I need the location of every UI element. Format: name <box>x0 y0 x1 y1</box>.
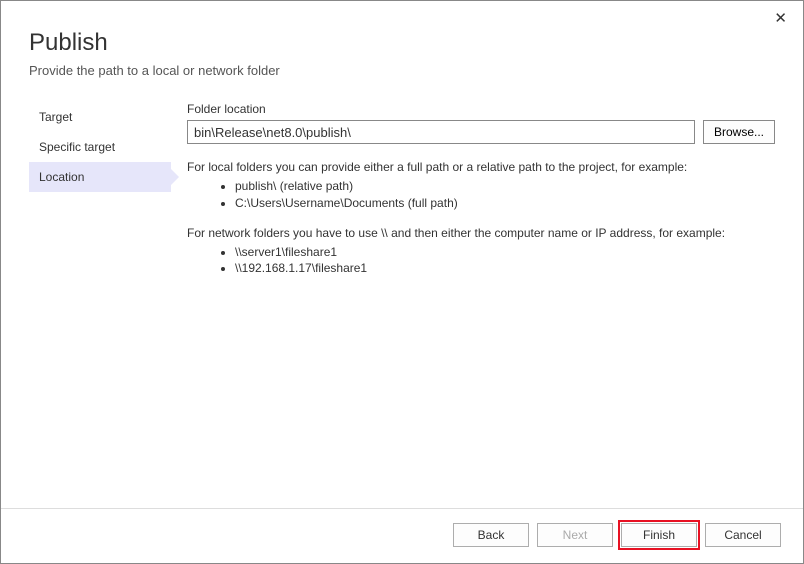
page-title: Publish <box>29 29 775 57</box>
finish-button[interactable]: Finish <box>621 523 697 547</box>
help-text-block: For local folders you can provide either… <box>187 158 775 277</box>
sidebar-item-target[interactable]: Target <box>29 102 171 132</box>
folder-location-label: Folder location <box>187 102 775 116</box>
button-bar: Back Next Finish Cancel <box>453 523 781 547</box>
browse-button[interactable]: Browse... <box>703 120 775 144</box>
sidebar-item-specific-target[interactable]: Specific target <box>29 132 171 162</box>
sidebar-item-label: Target <box>39 110 72 124</box>
cancel-button[interactable]: Cancel <box>705 523 781 547</box>
page-subtitle: Provide the path to a local or network f… <box>29 63 775 78</box>
sidebar-item-label: Location <box>39 170 84 184</box>
sidebar-item-label: Specific target <box>39 140 115 154</box>
help-local-item: C:\Users\Username\Documents (full path) <box>235 195 775 212</box>
close-button[interactable]: ✕ <box>768 7 793 29</box>
help-network-list: \\server1\fileshare1 \\192.168.1.17\file… <box>235 244 775 278</box>
help-network-intro: For network folders you have to use \\ a… <box>187 224 775 242</box>
content-area: Target Specific target Location Folder l… <box>1 102 803 289</box>
help-local-item: publish\ (relative path) <box>235 178 775 195</box>
help-local-list: publish\ (relative path) C:\Users\Userna… <box>235 178 775 212</box>
help-network-item: \\192.168.1.17\fileshare1 <box>235 260 775 277</box>
separator-line <box>1 508 803 509</box>
sidebar-item-location[interactable]: Location <box>29 162 171 192</box>
back-button[interactable]: Back <box>453 523 529 547</box>
main-panel: Folder location Browse... For local fold… <box>171 102 775 289</box>
help-network-item: \\server1\fileshare1 <box>235 244 775 261</box>
help-local-intro: For local folders you can provide either… <box>187 158 775 176</box>
folder-location-input[interactable] <box>187 120 695 144</box>
dialog-header: Publish Provide the path to a local or n… <box>1 1 803 78</box>
next-button: Next <box>537 523 613 547</box>
sidebar: Target Specific target Location <box>29 102 171 289</box>
folder-input-row: Browse... <box>187 120 775 144</box>
